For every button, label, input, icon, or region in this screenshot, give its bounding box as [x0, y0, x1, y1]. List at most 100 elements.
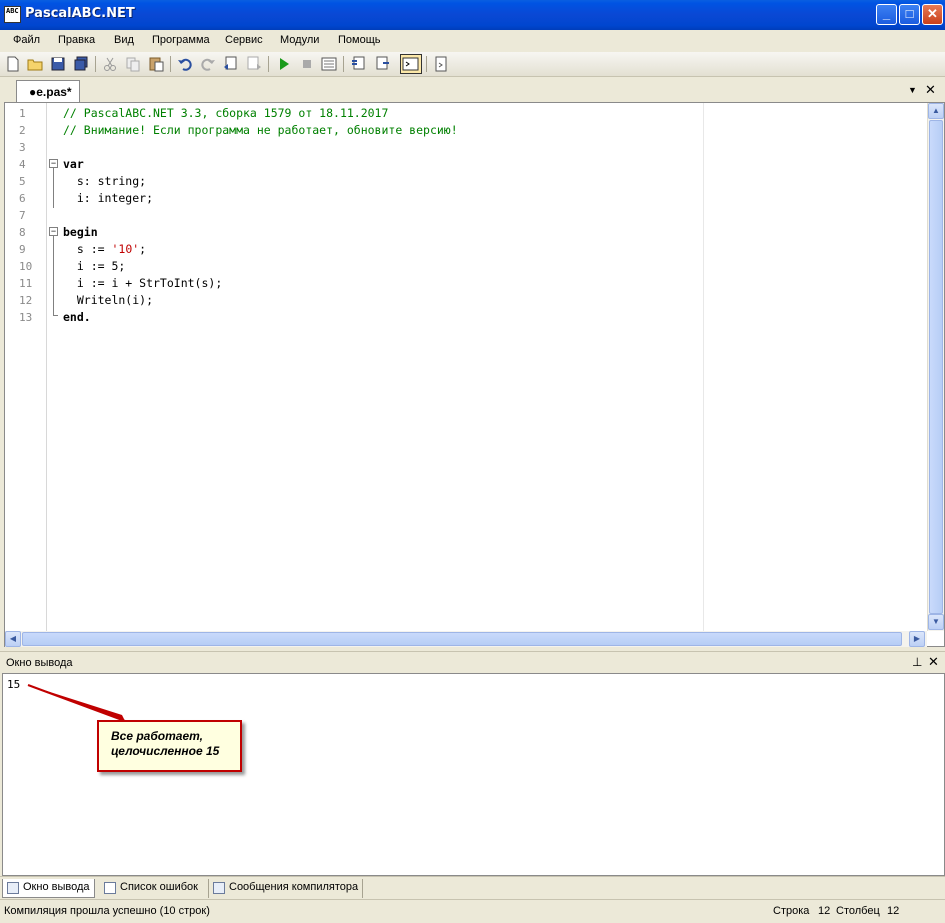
uncomment-icon[interactable] — [373, 55, 391, 73]
close-panel-icon[interactable]: ✕ — [928, 654, 939, 670]
menu-edit[interactable]: Правка — [58, 34, 95, 46]
menu-file[interactable]: Файл — [13, 34, 40, 46]
stop-icon[interactable] — [298, 55, 316, 73]
callout-line-1: Все работает, — [111, 729, 203, 743]
close-tab-icon[interactable]: ✕ — [925, 82, 936, 98]
document-tab-strip: ●e.pas* ▼ ✕ — [0, 78, 945, 102]
minimize-button[interactable]: _ — [876, 4, 897, 25]
navigate-forward-icon[interactable] — [245, 55, 263, 73]
fold-end-marker — [53, 315, 58, 316]
compiler-messages-icon — [213, 882, 225, 894]
toolbar-separator — [268, 56, 269, 72]
output-window-icon — [7, 882, 19, 894]
menu-modules[interactable]: Модули — [280, 34, 319, 46]
tab-error-list[interactable]: Список ошибок — [100, 879, 202, 898]
output-panel-title: Окно вывода — [6, 657, 73, 669]
output-panel-header: Окно вывода ⊥ ✕ — [0, 651, 945, 673]
scroll-down-arrow-icon[interactable]: ▼ — [928, 614, 944, 630]
row-value: 12 — [818, 905, 831, 917]
callout-line-2: целочисленное 15 — [111, 744, 220, 758]
undo-icon[interactable] — [176, 55, 194, 73]
menu-program[interactable]: Программа — [152, 34, 210, 46]
menu-service[interactable]: Сервис — [225, 34, 263, 46]
line-number-gutter: 1 2 3 4 5 6 7 8 9 10 11 12 13 — [5, 103, 47, 631]
cut-icon[interactable] — [101, 55, 119, 73]
right-margin-guide — [703, 103, 704, 631]
code-editor[interactable]: 1 2 3 4 5 6 7 8 9 10 11 12 13 − − // Pas… — [4, 102, 945, 647]
code-line: begin — [63, 225, 98, 239]
scroll-left-arrow-icon[interactable]: ◀ — [5, 631, 21, 647]
open-folder-icon[interactable] — [26, 55, 44, 73]
fold-line — [53, 168, 54, 208]
save-all-icon[interactable] — [72, 55, 90, 73]
code-line: Writeln(i); — [63, 293, 154, 307]
pin-icon[interactable]: ⊥ — [912, 655, 922, 669]
tab-compiler-messages[interactable]: Сообщения компилятора — [208, 879, 364, 898]
menu-help[interactable]: Помощь — [338, 34, 381, 46]
code-line: // Внимание! Если программа не работает,… — [63, 123, 458, 137]
new-file-icon[interactable] — [4, 55, 22, 73]
column-label: Столбец — [836, 905, 880, 917]
paste-icon[interactable] — [147, 55, 165, 73]
output-window-toggle-icon[interactable] — [400, 54, 422, 74]
navigate-back-icon[interactable] — [222, 55, 240, 73]
line-number: 3 — [19, 141, 26, 154]
code-line: i: integer; — [63, 191, 154, 205]
vertical-scroll-thumb[interactable] — [929, 120, 943, 614]
title-bar: ABC PascalABC.NET _ □ ✕ — [0, 0, 945, 30]
run-icon[interactable] — [275, 55, 293, 73]
copy-icon[interactable] — [124, 55, 142, 73]
bottom-tab-strip: Окно вывода Список ошибок Сообщения комп… — [0, 876, 945, 898]
annotation-callout: Все работает, целочисленное 15 — [97, 720, 242, 772]
line-number: 12 — [19, 294, 33, 307]
form-designer-icon[interactable] — [432, 55, 450, 73]
app-icon[interactable]: ABC — [4, 6, 21, 23]
window-title: PascalABC.NET — [25, 6, 135, 21]
fold-toggle-begin[interactable]: − — [49, 227, 58, 236]
code-line: i := 5; — [63, 259, 126, 273]
tab-label: Список ошибок — [120, 881, 198, 893]
menu-bar: Файл Правка Вид Программа Сервис Модули … — [0, 30, 945, 52]
horizontal-scroll-thumb[interactable] — [22, 632, 902, 646]
tab-list-dropdown-icon[interactable]: ▼ — [908, 85, 917, 95]
code-line: i := i + StrToInt(s); — [63, 276, 223, 290]
tab-label: Окно вывода — [23, 881, 90, 893]
comment-icon[interactable] — [350, 55, 368, 73]
toolbar-separator — [426, 56, 427, 72]
status-bar: Компиляция прошла успешно (10 строк) Стр… — [0, 899, 945, 923]
fold-line — [53, 236, 54, 316]
tab-e-pas[interactable]: ●e.pas* — [16, 80, 80, 102]
line-number: 2 — [19, 124, 26, 137]
toolbar-separator — [95, 56, 96, 72]
scroll-up-arrow-icon[interactable]: ▲ — [928, 103, 944, 119]
toolbar-separator — [170, 56, 171, 72]
line-number: 11 — [19, 277, 33, 290]
close-button[interactable]: ✕ — [922, 4, 943, 25]
scroll-right-arrow-icon[interactable]: ▶ — [909, 631, 925, 647]
compile-icon[interactable] — [320, 55, 338, 73]
line-number: 10 — [19, 260, 33, 273]
row-label: Строка — [773, 905, 810, 917]
output-window[interactable]: 15 — [2, 673, 945, 876]
horizontal-scrollbar[interactable]: ◀ ▶ — [5, 631, 927, 647]
vertical-scrollbar[interactable]: ▲ ▼ — [927, 103, 944, 631]
fold-toggle-var[interactable]: − — [49, 159, 58, 168]
redo-icon[interactable] — [199, 55, 217, 73]
line-number: 9 — [19, 243, 26, 256]
line-number: 4 — [19, 158, 26, 171]
line-number: 5 — [19, 175, 26, 188]
menu-view[interactable]: Вид — [114, 34, 134, 46]
tab-output-window[interactable]: Окно вывода — [2, 879, 95, 898]
line-number: 1 — [19, 107, 26, 120]
save-icon[interactable] — [49, 55, 67, 73]
code-line: end. — [63, 310, 91, 324]
line-number: 8 — [19, 226, 26, 239]
toolbar-separator — [343, 56, 344, 72]
maximize-button[interactable]: □ — [899, 4, 920, 25]
status-message: Компиляция прошла успешно (10 строк) — [4, 905, 210, 917]
code-line: s: string; — [63, 174, 147, 188]
line-number: 7 — [19, 209, 26, 222]
toolbar — [0, 52, 945, 77]
error-list-icon — [104, 882, 116, 894]
tab-label: Сообщения компилятора — [229, 881, 359, 893]
